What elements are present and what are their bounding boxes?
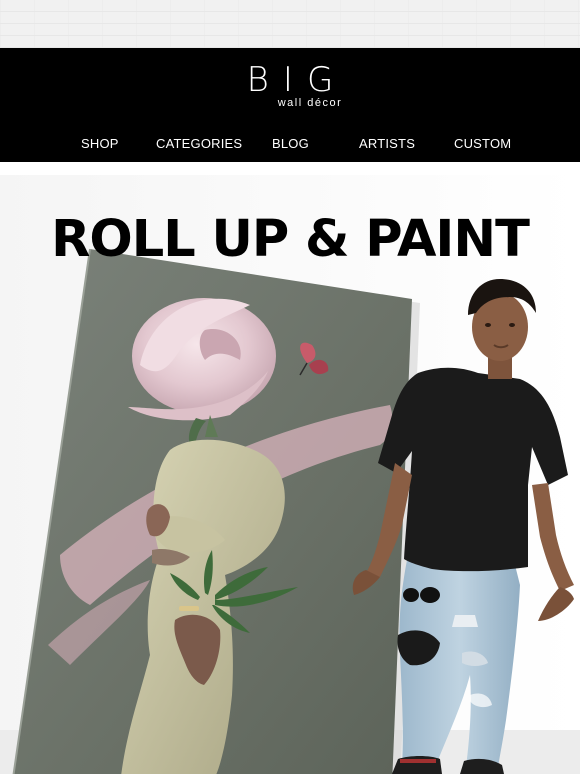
main-nav: SHOP CATEGORIES BLOG ARTISTS CUSTOM xyxy=(0,136,580,154)
site-header: BIG wall décor SHOP CATEGORIES BLOG ARTI… xyxy=(0,48,580,162)
nav-categories[interactable]: CATEGORIES xyxy=(156,136,242,151)
brand-name: BIG xyxy=(246,60,348,100)
nav-artists[interactable]: ARTISTS xyxy=(359,136,415,151)
nav-shop[interactable]: SHOP xyxy=(81,136,119,151)
top-brick-strip xyxy=(0,0,580,48)
brand-logo[interactable]: BIG wall décor xyxy=(0,62,580,109)
brand-tagline: wall décor xyxy=(277,97,343,109)
hero-banner[interactable]: ROLL UP & PAINT xyxy=(0,175,580,774)
nav-custom[interactable]: CUSTOM xyxy=(454,136,511,151)
hero-title: ROLL UP & PAINT xyxy=(51,210,530,270)
nav-blog[interactable]: BLOG xyxy=(272,136,309,151)
